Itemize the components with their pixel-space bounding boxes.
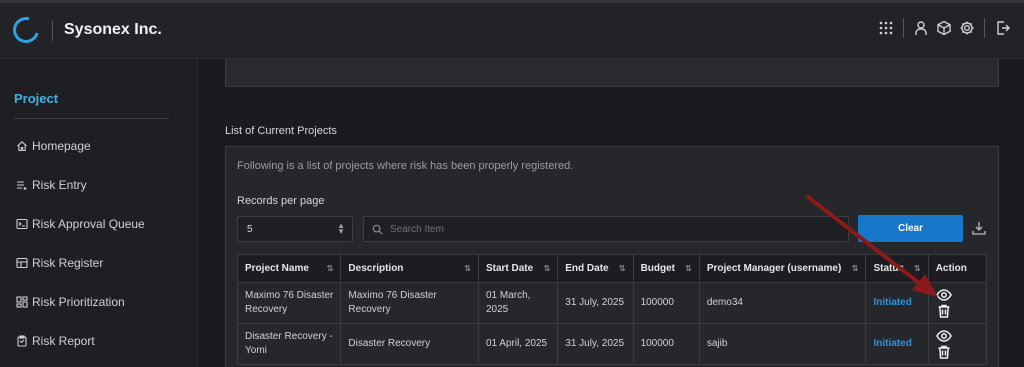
sidebar-item-risk-approval-queue[interactable]: Risk Approval Queue [16, 215, 145, 233]
column-header[interactable]: Description ⇅ [340, 254, 479, 283]
table-header-row: Project Name ⇅ Description ⇅ Start Date ⇅ E… [236, 254, 988, 283]
sort-icon: ⇅ [851, 264, 859, 273]
search-box[interactable] [363, 216, 849, 242]
records-per-page-select[interactable]: 5 ▲ ▼ [237, 216, 353, 242]
cell-start-date: 01 April, 2025 [477, 323, 559, 365]
panel-description: Following is a list of projects where ri… [237, 160, 574, 172]
clipboard-icon [17, 335, 27, 347]
column-header[interactable]: End Date ⇅ [557, 254, 634, 283]
cell-description: Maximo 76 Disaster Recovery [340, 282, 479, 324]
cube-icon[interactable] [936, 20, 952, 36]
select-arrows-icon: ▲ ▼ [337, 221, 345, 236]
table-row: Disaster Recovery - Yomi Disaster Recove… [236, 323, 988, 365]
table-icon [16, 257, 28, 269]
view-eye-icon[interactable] [935, 287, 952, 303]
sidebar-title: Project [14, 91, 59, 106]
section-title: List of Current Projects [225, 125, 337, 137]
toolbar-divider [984, 18, 985, 38]
sidebar-item-label: Risk Prioritization [32, 295, 125, 309]
cell-manager: demo34 [698, 282, 867, 324]
column-header[interactable]: Status ⇅ [865, 254, 929, 283]
delete-trash-icon[interactable] [936, 344, 952, 360]
dashboard-icon [16, 296, 28, 308]
cell-end-date: 31 July, 2025 [557, 282, 634, 324]
download-icon[interactable] [971, 220, 987, 236]
clear-button[interactable]: Clear [858, 215, 963, 242]
sidebar-item-label: Risk Register [32, 256, 104, 270]
cell-status: Initiated [865, 282, 929, 324]
sidebar-item-label: Risk Report [32, 334, 95, 348]
sort-icon: ⇅ [618, 264, 626, 273]
sidebar-item-risk-prioritization[interactable]: Risk Prioritization [16, 293, 125, 311]
apps-grid-icon[interactable] [878, 20, 894, 36]
sidebar-item-risk-register[interactable]: Risk Register [16, 254, 103, 272]
cell-budget: 100000 [632, 323, 700, 365]
top-bar: Sysonex Inc. [0, 0, 1024, 59]
sort-icon: ⇅ [464, 264, 471, 273]
gear-icon[interactable] [959, 20, 975, 36]
cell-project-name: Maximo 76 Disaster Recovery [236, 282, 342, 324]
column-header[interactable]: Project Manager (username) ⇅ [698, 254, 867, 283]
sidebar-item-homepage[interactable]: Homepage [16, 137, 91, 155]
delete-trash-icon[interactable] [936, 303, 952, 319]
cell-end-date: 31 July, 2025 [557, 323, 634, 365]
cell-project-name: Disaster Recovery - Yomi [236, 323, 342, 365]
cell-budget: 100000 [632, 282, 700, 324]
cell-actions [927, 282, 988, 324]
column-header[interactable]: Budget ⇅ [632, 254, 700, 283]
logout-icon[interactable] [995, 20, 1011, 36]
brand-name: Sysonex Inc. [64, 21, 162, 38]
column-header: Action [927, 254, 988, 283]
sidebar-item-label: Homepage [32, 139, 91, 153]
records-per-page-value: 5 [247, 224, 253, 235]
sort-icon: ⇅ [685, 264, 692, 273]
sort-icon: ⇅ [914, 264, 921, 273]
cell-start-date: 01 March, 2025 [477, 282, 559, 324]
search-input[interactable] [390, 221, 830, 237]
records-per-page-label: Records per page [237, 195, 325, 207]
toolbar-divider [903, 18, 904, 38]
view-eye-icon[interactable] [935, 328, 952, 344]
sidebar-divider [14, 118, 169, 119]
terminal-icon [16, 218, 28, 230]
list-icon [17, 181, 27, 190]
user-icon[interactable] [913, 20, 929, 36]
sidebar: Project Homepage Risk Entry Risk Approva… [0, 60, 198, 367]
projects-panel: Following is a list of projects where ri… [225, 146, 999, 367]
cell-actions [927, 323, 988, 365]
sort-icon: ⇅ [326, 264, 334, 273]
cell-manager: sajib [698, 323, 867, 365]
sidebar-item-risk-entry[interactable]: Risk Entry [16, 176, 87, 194]
cell-status: Initiated [865, 323, 929, 365]
column-header[interactable]: Start Date ⇅ [477, 254, 559, 283]
brand-divider [52, 21, 53, 41]
search-icon [372, 224, 383, 235]
home-icon [17, 141, 27, 152]
column-header[interactable]: Project Name ⇅ [236, 254, 342, 283]
cell-description: Disaster Recovery [340, 323, 479, 365]
sidebar-item-label: Risk Entry [32, 178, 87, 192]
sidebar-item-label: Risk Approval Queue [32, 217, 145, 231]
sidebar-item-risk-report[interactable]: Risk Report [16, 332, 95, 350]
previous-panel [225, 59, 999, 87]
table-row: Maximo 76 Disaster Recovery Maximo 76 Di… [236, 282, 988, 324]
window-edge [0, 0, 1024, 3]
logo-icon [8, 12, 44, 48]
projects-table: Project Name ⇅ Description ⇅ Start Date ⇅ E… [236, 254, 988, 365]
sort-icon: ⇅ [543, 264, 551, 273]
